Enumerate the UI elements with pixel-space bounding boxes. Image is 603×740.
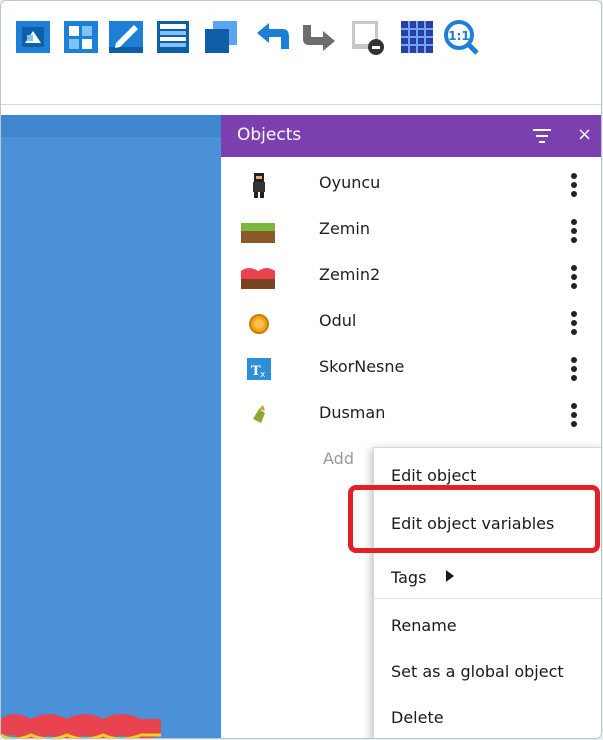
grid-icon[interactable] bbox=[397, 17, 437, 57]
red-platform-sprite bbox=[1, 714, 161, 738]
red-ground-icon bbox=[241, 268, 275, 289]
menu-item-label: Edit object bbox=[391, 466, 477, 485]
text-object-icon: Tx bbox=[247, 358, 271, 380]
menu-item-set-global[interactable]: Set as a global object bbox=[374, 648, 601, 692]
object-row-odul[interactable]: Odul bbox=[221, 299, 601, 345]
menu-item-delete[interactable]: Delete bbox=[374, 694, 601, 738]
object-row-zemin[interactable]: Zemin bbox=[221, 207, 601, 253]
coin-icon bbox=[249, 314, 269, 334]
toolbar: 1:1 bbox=[1, 1, 601, 105]
highlight-box bbox=[348, 485, 600, 553]
scene-band bbox=[1, 115, 221, 137]
redo-icon[interactable] bbox=[299, 17, 339, 57]
open-project-icon[interactable] bbox=[13, 17, 53, 57]
object-row-oyuncu[interactable]: Oyuncu bbox=[221, 161, 601, 207]
kebab-menu-icon[interactable] bbox=[569, 355, 579, 383]
object-name: Odul bbox=[319, 311, 357, 330]
add-object-button[interactable]: Add bbox=[323, 449, 354, 468]
kebab-menu-icon[interactable] bbox=[569, 401, 579, 429]
kebab-menu-icon[interactable] bbox=[569, 309, 579, 337]
close-icon[interactable]: × bbox=[577, 124, 592, 145]
menu-item-label: Tags bbox=[391, 568, 427, 587]
menu-item-label: Delete bbox=[391, 708, 444, 727]
panel-title: Objects bbox=[237, 125, 302, 145]
submenu-arrow-icon bbox=[446, 570, 454, 582]
object-row-dusman[interactable]: Dusman bbox=[221, 391, 601, 437]
menu-item-label: Set as a global object bbox=[391, 662, 564, 681]
filter-icon[interactable] bbox=[533, 128, 551, 144]
zoom-reset-icon[interactable]: 1:1 bbox=[441, 17, 481, 57]
menu-item-tags[interactable]: Tags bbox=[374, 554, 601, 598]
kebab-menu-icon[interactable] bbox=[569, 171, 579, 199]
objects-panel-header: Objects × bbox=[221, 115, 601, 157]
player-sprite-icon bbox=[253, 173, 265, 198]
object-name: Dusman bbox=[319, 403, 386, 422]
menu-item-label: Rename bbox=[391, 616, 457, 635]
enemy-sprite-icon bbox=[253, 405, 265, 423]
svg-text:x: x bbox=[260, 370, 266, 380]
scene-editor-icon[interactable] bbox=[61, 17, 101, 57]
object-row-zemin2[interactable]: Zemin2 bbox=[221, 253, 601, 299]
editor-window: 1:1 Objects × Oyuncu Zemin Zemin2 Odul T… bbox=[0, 0, 602, 739]
edit-properties-icon[interactable] bbox=[106, 17, 146, 57]
menu-item-rename[interactable]: Rename bbox=[374, 602, 601, 646]
object-row-skornesne[interactable]: Tx SkorNesne bbox=[221, 345, 601, 391]
ground-tile-icon bbox=[241, 223, 275, 243]
kebab-menu-icon[interactable] bbox=[569, 217, 579, 245]
undo-icon[interactable] bbox=[253, 17, 293, 57]
object-name: Zemin2 bbox=[319, 265, 381, 284]
objects-groups-icon[interactable] bbox=[201, 17, 241, 57]
object-name: SkorNesne bbox=[319, 357, 405, 376]
zoom-reset-label: 1:1 bbox=[448, 29, 470, 43]
preview-icon[interactable] bbox=[346, 17, 386, 57]
menu-divider bbox=[374, 598, 601, 599]
object-name: Oyuncu bbox=[319, 173, 381, 192]
kebab-menu-icon[interactable] bbox=[569, 263, 579, 291]
object-name: Zemin bbox=[319, 219, 370, 238]
layers-icon[interactable] bbox=[153, 17, 193, 57]
